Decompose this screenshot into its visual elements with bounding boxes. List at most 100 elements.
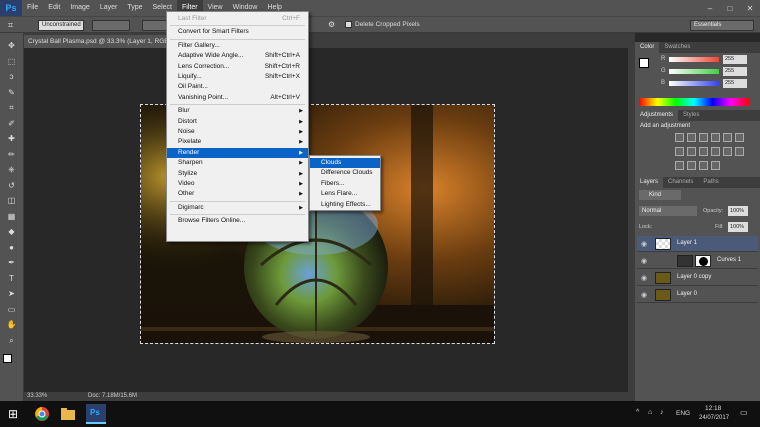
filter-menu-item-noise[interactable]: Noise ▶ (167, 127, 308, 137)
render-item-difference-clouds[interactable]: Difference Clouds (310, 168, 380, 178)
marquee-tool-icon[interactable]: ⬚ (5, 57, 18, 66)
language-indicator[interactable]: ENG (676, 410, 690, 417)
history-brush-icon[interactable]: ↺ (5, 181, 18, 190)
menu-layer[interactable]: Layer (95, 0, 123, 16)
black-white-icon[interactable] (687, 147, 696, 156)
filter-menu-item-render[interactable]: Render ▶ (167, 147, 308, 158)
filter-menu-item-sharpen[interactable]: Sharpen ▶ (167, 158, 308, 168)
tab-swatches[interactable]: Swatches (659, 42, 695, 53)
color-value-r[interactable]: 255 (723, 55, 747, 64)
color-spectrum-ramp[interactable] (639, 98, 749, 106)
lasso-tool-icon[interactable]: ↄ (5, 72, 18, 81)
settings-icon[interactable]: ⚙ (328, 20, 335, 29)
filter-menu-item-oil-paint[interactable]: Oil Paint... (167, 82, 308, 92)
color-lookup-icon[interactable] (723, 147, 732, 156)
layer-row-layer-0[interactable]: ◉ Layer 0 (637, 287, 758, 303)
width-field[interactable] (92, 20, 130, 31)
crop-tool-icon[interactable]: ⌗ (8, 20, 13, 31)
filter-menu-item-pixelate[interactable]: Pixelate ▶ (167, 137, 308, 147)
visibility-eye-icon[interactable]: ◉ (641, 240, 647, 248)
shape-tool-icon[interactable]: ▭ (5, 305, 18, 314)
brush-tool-icon[interactable]: ✏ (5, 150, 18, 159)
menu-image[interactable]: Image (65, 0, 94, 16)
tab-paths[interactable]: Paths (698, 177, 723, 188)
clock-time[interactable]: 12:18 (705, 405, 721, 412)
photoshop-taskbar-icon[interactable]: Ps (86, 404, 106, 424)
close-button[interactable]: ✕ (740, 0, 760, 16)
layer-filter-kind[interactable]: Kind (639, 190, 681, 200)
zoom-tool-icon[interactable]: ⌕ (5, 336, 18, 345)
tab-channels[interactable]: Channels (663, 177, 698, 188)
layer-row-layer-1[interactable]: ◉ Layer 1 (637, 236, 758, 252)
layer-row-layer-0-copy[interactable]: ◉ Layer 0 copy (637, 270, 758, 286)
opacity-field[interactable]: 100% (728, 206, 748, 216)
delete-cropped-checkbox[interactable] (345, 21, 352, 28)
tab-layers[interactable]: Layers (635, 177, 664, 188)
blend-mode-select[interactable]: Normal (639, 206, 697, 216)
render-item-clouds[interactable]: Clouds (310, 158, 380, 168)
network-icon[interactable]: ⌂ (648, 409, 652, 416)
curves-icon[interactable] (699, 133, 708, 142)
channel-mixer-icon[interactable] (711, 147, 720, 156)
menu-type[interactable]: Type (122, 0, 147, 16)
filter-menu-item-convert-for-smart-filters[interactable]: Convert for Smart Filters (167, 27, 308, 37)
filter-menu-item-digimarc[interactable]: Digimarc ▶ (167, 203, 308, 213)
color-slider-g[interactable] (669, 69, 719, 74)
filter-menu-item-stylize[interactable]: Stylize ▶ (167, 169, 308, 179)
blur-tool-icon[interactable]: ◆ (5, 227, 18, 236)
filter-menu-item-liquify[interactable]: Liquify... Shift+Ctrl+X (167, 72, 308, 82)
eraser-tool-icon[interactable]: ◫ (5, 196, 18, 205)
gradient-tool-icon[interactable]: ▦ (5, 212, 18, 221)
color-slider-r[interactable] (669, 57, 719, 62)
style-select[interactable]: Unconstrained (38, 20, 84, 31)
fill-field[interactable]: 100% (728, 222, 748, 232)
type-tool-icon[interactable]: T (5, 274, 18, 283)
tray-chevron-icon[interactable]: ^ (636, 409, 639, 416)
filter-menu-item-filter-gallery[interactable]: Filter Gallery... (167, 41, 308, 51)
workspace-select[interactable]: Essentials (690, 20, 754, 31)
render-item-lens-flare[interactable]: Lens Flare... (310, 189, 380, 199)
quick-select-tool-icon[interactable]: ✎ (5, 88, 18, 97)
color-foreground-swatch[interactable] (639, 58, 649, 68)
selective-color-icon[interactable] (711, 161, 720, 170)
document-tab[interactable]: Crystal Ball Plasma.psd @ 33.3% (Layer 1… (24, 35, 180, 48)
eyedropper-tool-icon[interactable]: ✐ (5, 119, 18, 128)
filter-menu-item-blur[interactable]: Blur ▶ (167, 106, 308, 116)
visibility-eye-icon[interactable]: ◉ (641, 257, 647, 265)
filter-menu-item-video[interactable]: Video ▶ (167, 179, 308, 189)
color-value-b[interactable]: 255 (723, 79, 747, 88)
minimize-button[interactable]: – (700, 0, 720, 16)
tab-color[interactable]: Color (635, 42, 660, 53)
crop-tool-icon[interactable]: ⌗ (5, 103, 18, 112)
healing-brush-icon[interactable]: ✚ (5, 134, 18, 143)
volume-icon[interactable]: ♪ (660, 409, 664, 416)
threshold-icon[interactable] (687, 161, 696, 170)
clock-date[interactable]: 24/07/2017 (699, 415, 729, 421)
vibrance-icon[interactable] (723, 133, 732, 142)
hand-tool-icon[interactable]: ✋ (5, 320, 18, 329)
filter-menu-item-adaptive-wide-angle[interactable]: Adaptive Wide Angle... Shift+Ctrl+A (167, 51, 308, 61)
zoom-level[interactable]: 33.33% (27, 393, 47, 399)
filter-menu-item-lens-correction[interactable]: Lens Correction... Shift+Ctrl+R (167, 62, 308, 72)
posterize-icon[interactable] (675, 161, 684, 170)
color-balance-icon[interactable] (675, 147, 684, 156)
filter-menu-item-other[interactable]: Other ▶ (167, 189, 308, 199)
invert-icon[interactable] (735, 147, 744, 156)
render-item-lighting-effects[interactable]: Lighting Effects... (310, 200, 380, 210)
filter-menu-item-distort[interactable]: Distort ▶ (167, 117, 308, 127)
photo-filter-icon[interactable] (699, 147, 708, 156)
tab-styles[interactable]: Styles (678, 110, 704, 121)
menu-edit[interactable]: Edit (43, 0, 65, 16)
filter-menu-item-vanishing-point[interactable]: Vanishing Point... Alt+Ctrl+V (167, 93, 308, 103)
visibility-eye-icon[interactable]: ◉ (641, 291, 647, 299)
maximize-button[interactable]: □ (720, 0, 740, 16)
menu-file[interactable]: File (22, 0, 43, 16)
color-value-g[interactable]: 255 (723, 67, 747, 76)
notifications-icon[interactable]: ▭ (740, 408, 748, 417)
filter-menu-item-browse-filters-online[interactable]: Browse Filters Online... (167, 216, 308, 226)
pen-tool-icon[interactable]: ✒ (5, 258, 18, 267)
file-explorer-icon[interactable] (58, 404, 78, 424)
visibility-eye-icon[interactable]: ◉ (641, 274, 647, 282)
clone-stamp-icon[interactable]: ⎈ (5, 165, 18, 174)
brightness-icon[interactable] (675, 133, 684, 142)
